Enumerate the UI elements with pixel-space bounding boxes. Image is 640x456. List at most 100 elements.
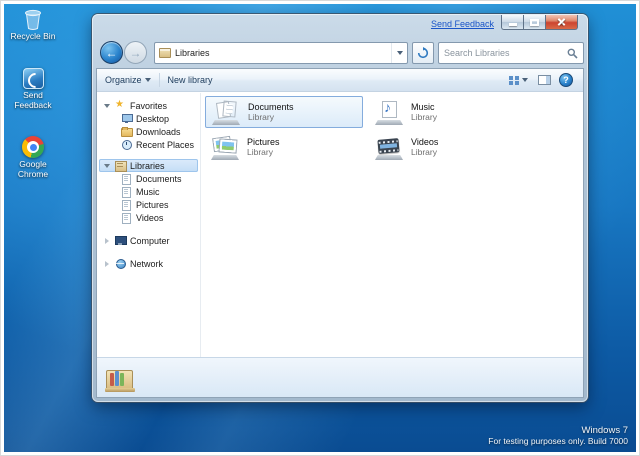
expander-icon[interactable] (103, 261, 111, 267)
music-library-icon: ♪ (374, 99, 404, 125)
network-icon (115, 258, 126, 269)
maximize-icon (530, 18, 539, 26)
desktop-icon-label: Google Chrome (17, 159, 49, 179)
library-item-documents[interactable]: Documents Library (205, 96, 363, 128)
sidebar-item-libraries[interactable]: Libraries (99, 159, 198, 172)
libraries-crumb-icon (159, 48, 171, 58)
sidebar-label: Downloads (136, 126, 181, 137)
sidebar-item-recent-places[interactable]: Recent Places (97, 138, 200, 151)
sidebar-item-pictures[interactable]: Pictures (97, 198, 200, 211)
documents-library-icon (121, 173, 132, 185)
recent-places-icon (121, 139, 132, 150)
item-title: Pictures (247, 136, 280, 147)
send-feedback-link[interactable]: Send Feedback (431, 19, 494, 29)
help-button[interactable]: ? (559, 73, 573, 87)
back-button[interactable]: ← (100, 41, 123, 64)
sidebar-label: Libraries (130, 160, 165, 171)
preview-pane-button[interactable] (538, 75, 551, 85)
command-bar: Organize New library ? (97, 69, 583, 92)
address-bar[interactable]: Libraries (154, 42, 408, 64)
new-library-label: New library (167, 75, 213, 85)
sidebar-label: Network (130, 258, 164, 269)
screenshot-frame: Recycle Bin Send Feedback Google Chrome … (0, 0, 640, 456)
videos-library-icon (121, 212, 132, 224)
sidebar-item-favorites[interactable]: Favorites (97, 99, 200, 112)
item-subtitle: Library (247, 147, 273, 158)
music-library-icon (121, 186, 132, 198)
minimize-icon (508, 23, 517, 26)
item-subtitle: Library (411, 147, 437, 158)
refresh-button[interactable] (412, 42, 434, 64)
maximize-button[interactable] (523, 15, 546, 30)
build-watermark: Windows 7 For testing purposes only. Bui… (488, 425, 628, 446)
sidebar-item-documents[interactable]: Documents (97, 172, 200, 185)
chevron-down-icon (522, 78, 528, 82)
computer-icon (115, 235, 127, 246)
watermark-line2: For testing purposes only. Build 7000 (488, 436, 628, 446)
expander-icon[interactable] (103, 238, 111, 244)
sidebar-label: Music (136, 186, 160, 197)
libraries-large-icon (104, 364, 136, 392)
sidebar-label: Recent Places (136, 139, 195, 150)
downloads-folder-icon (121, 126, 133, 137)
details-pane (97, 357, 583, 397)
google-chrome-icon (22, 136, 44, 158)
recycle-bin-icon (6, 8, 60, 30)
explorer-window: Send Feedback ← → Libraries Search Libra… (92, 14, 588, 402)
desktop-icon-recycle-bin[interactable]: Recycle Bin (6, 8, 60, 42)
sidebar-item-downloads[interactable]: Downloads (97, 125, 200, 138)
sidebar-label: Documents (136, 173, 182, 184)
item-title: Music (411, 101, 435, 112)
minimize-button[interactable] (501, 15, 523, 30)
change-view-button[interactable] (507, 75, 530, 85)
views-icon (509, 75, 519, 85)
new-library-button[interactable]: New library (160, 69, 221, 91)
navigation-pane: Favorites Desktop Downloads Recent Place… (97, 93, 201, 357)
sidebar-label: Pictures (136, 199, 169, 210)
address-dropdown-button[interactable] (391, 43, 407, 63)
watermark-line1: Windows 7 (581, 425, 628, 436)
library-item-music[interactable]: ♪ Music Library (369, 96, 527, 128)
sidebar-label: Videos (136, 212, 164, 223)
organize-button[interactable]: Organize (97, 69, 159, 91)
documents-library-icon (211, 99, 241, 125)
titlebar[interactable]: Send Feedback (92, 14, 588, 38)
close-button[interactable] (546, 15, 578, 30)
desktop-icon-google-chrome[interactable]: Google Chrome (6, 136, 60, 180)
search-icon (567, 48, 578, 59)
item-title: Videos (411, 136, 439, 147)
navigation-bar: ← → Libraries (96, 38, 584, 68)
search-box[interactable] (438, 42, 584, 64)
sidebar-label: Favorites (130, 100, 168, 111)
caption-buttons (501, 15, 578, 30)
toolbar-right-group: ? (507, 73, 583, 87)
window-client-area: Organize New library ? ★ Favorites Deskt… (96, 68, 584, 398)
library-item-pictures[interactable]: Pictures Library (205, 131, 363, 163)
sidebar-item-music[interactable]: Music (97, 185, 200, 198)
desktop-icon-send-feedback[interactable]: Send Feedback (6, 68, 60, 111)
forward-button[interactable]: → (124, 41, 147, 64)
expander-icon[interactable] (103, 104, 111, 108)
library-item-videos[interactable]: Videos Library (369, 131, 527, 163)
desktop-icon-label: Send Feedback (14, 90, 52, 110)
item-subtitle: Library (248, 112, 274, 123)
videos-library-icon (374, 134, 404, 160)
pictures-library-icon (121, 199, 132, 211)
send-feedback-icon (22, 68, 44, 89)
sidebar-item-computer[interactable]: Computer (97, 234, 200, 247)
desktop-wallpaper: Recycle Bin Send Feedback Google Chrome … (4, 4, 636, 452)
search-input[interactable] (439, 48, 567, 58)
close-icon (557, 18, 566, 27)
breadcrumb[interactable]: Libraries (175, 48, 210, 58)
favorites-star-icon (115, 99, 126, 111)
chevron-down-icon (144, 78, 151, 82)
sidebar-item-network[interactable]: Network (97, 257, 200, 270)
sidebar-item-desktop[interactable]: Desktop (97, 112, 200, 125)
desktop-icon-label: Recycle Bin (10, 31, 56, 41)
sidebar-item-videos[interactable]: Videos (97, 211, 200, 224)
sidebar-label: Computer (130, 235, 170, 246)
expander-icon[interactable] (103, 164, 111, 168)
